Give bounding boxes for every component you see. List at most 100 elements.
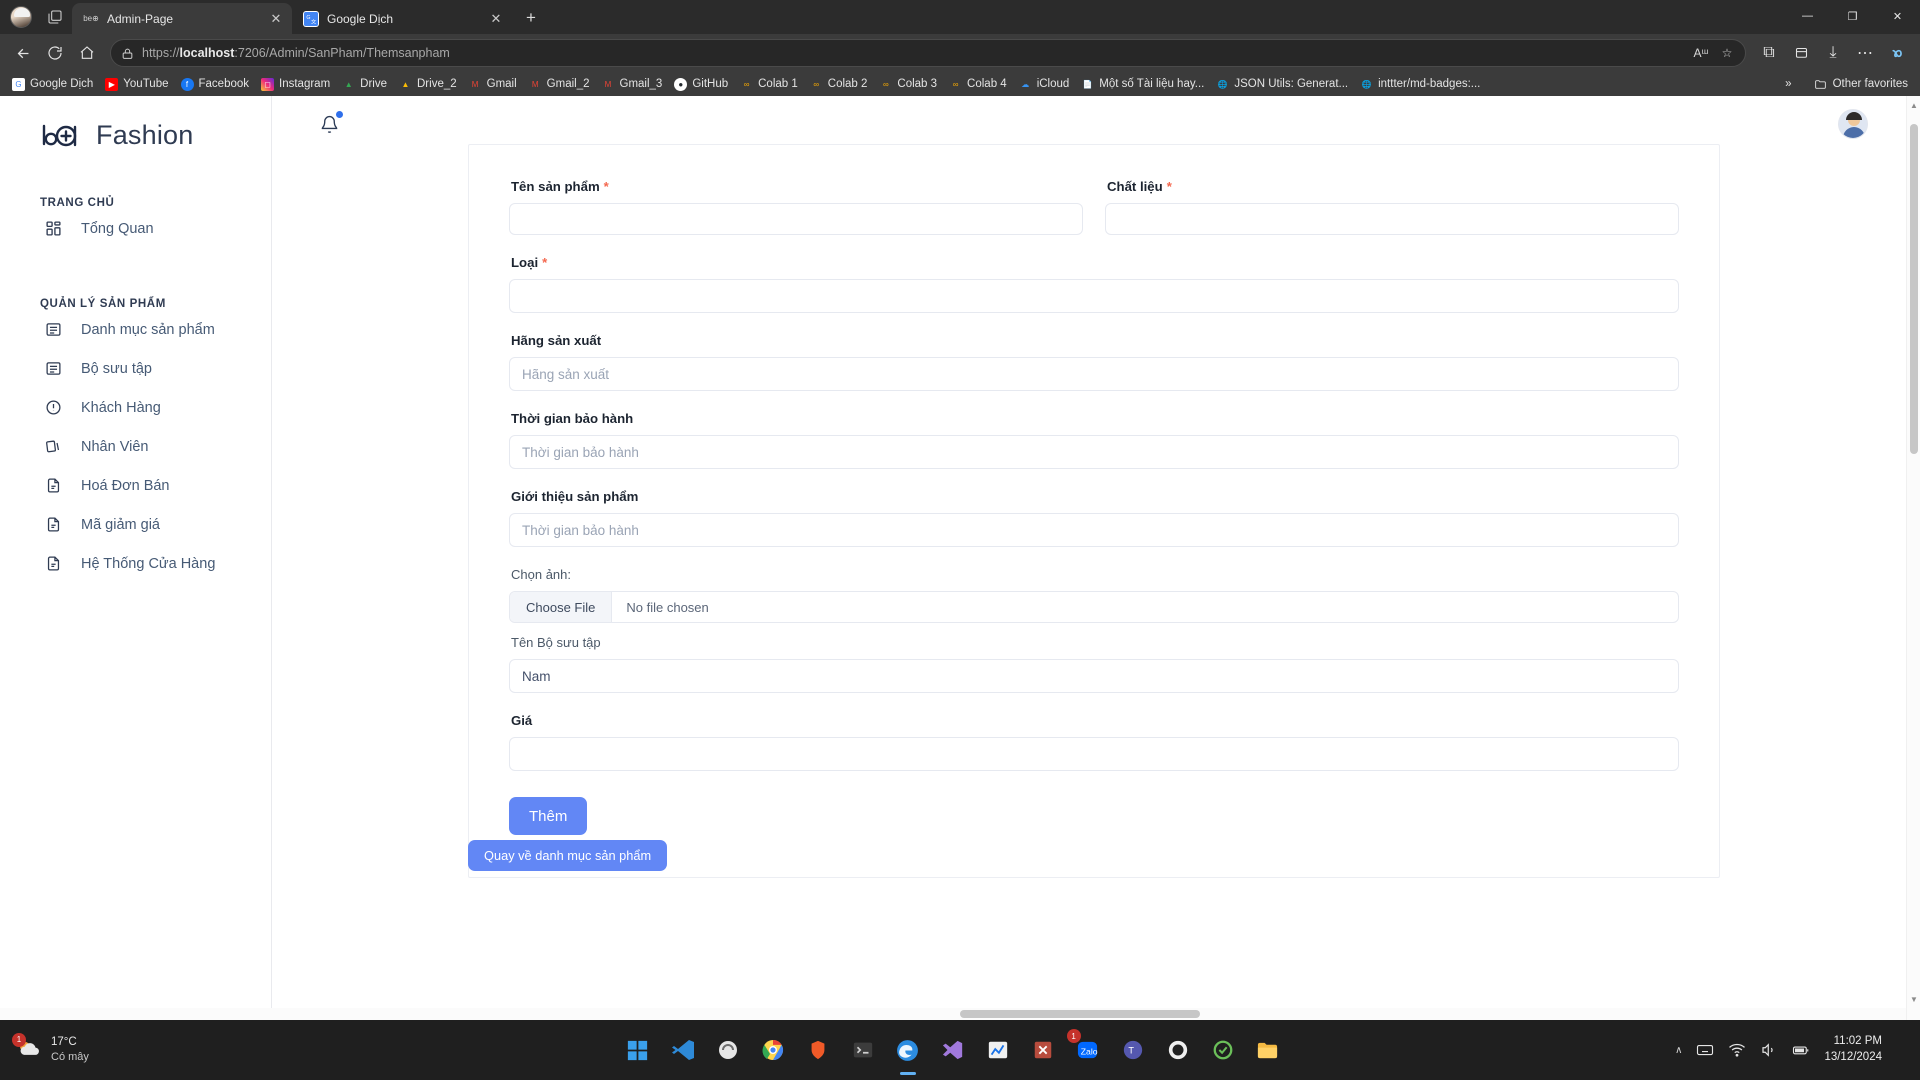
horizontal-scrollbar-thumb[interactable]	[960, 1010, 1200, 1018]
admin-app: Fashion TRANG CHỦ Tổng Quan QUẢN LÝ SẢN …	[0, 96, 1920, 1020]
notifications-button[interactable]	[314, 109, 344, 139]
bookmark-item[interactable]: ∞ Colab 4	[943, 76, 1013, 93]
vertical-scrollbar-thumb[interactable]	[1910, 124, 1918, 454]
sidebar-item-he-thong-cua-hang[interactable]: Hệ Thống Cửa Hàng	[0, 544, 271, 583]
vscode-icon[interactable]	[666, 1033, 700, 1067]
bookmark-item[interactable]: G Google Dịch	[6, 76, 99, 93]
settings-more-icon[interactable]: ⋯	[1850, 38, 1880, 68]
copilot-icon[interactable]	[1882, 38, 1912, 68]
profile-button[interactable]	[4, 2, 38, 32]
tab-close-icon[interactable]: ✕	[488, 11, 504, 27]
bookmarks-overflow-icon[interactable]: »	[1779, 76, 1797, 92]
back-icon[interactable]	[8, 38, 38, 68]
address-bar[interactable]: https://localhost:7206/Admin/SanPham/The…	[110, 39, 1746, 67]
select-bo-suu-tap[interactable]: Nam	[509, 659, 1679, 693]
field-chat-lieu: Chất liệu *	[1105, 179, 1679, 235]
sidebar-item-hoa-don-ban[interactable]: Hoá Đơn Bán	[0, 466, 271, 505]
main-content: Tên sản phẩm * Chất liệu * Loại * Hãng s…	[272, 96, 1920, 1020]
bookmark-item[interactable]: ∞ Colab 1	[734, 76, 804, 93]
bookmark-item[interactable]: f Facebook	[175, 76, 256, 93]
bookmarks-bar: G Google Dịch ▶ YouTube f Facebook ◻ Instagr…	[0, 72, 1920, 96]
volume-icon[interactable]	[1760, 1041, 1778, 1059]
input-chat-lieu[interactable]	[1105, 203, 1679, 235]
input-thoi-gian-bao-hanh[interactable]	[509, 435, 1679, 469]
bookmark-item[interactable]: M Gmail_2	[523, 76, 596, 93]
new-tab-button[interactable]: +	[518, 5, 544, 31]
bookmark-item[interactable]: ☁ iCloud	[1013, 76, 1076, 93]
sidebar-item-danh-muc-san-pham[interactable]: Danh mục sản phẩm	[0, 310, 271, 349]
favorite-star-icon[interactable]: ☆	[1715, 41, 1739, 65]
bookmark-item[interactable]: ▲ Drive	[336, 76, 393, 93]
visual-studio-icon[interactable]	[936, 1033, 970, 1067]
sidebar-item-tong-quan[interactable]: Tổng Quan	[0, 209, 271, 248]
wifi-icon[interactable]	[1728, 1041, 1746, 1059]
keyboard-icon[interactable]	[1696, 1041, 1714, 1059]
chart-icon[interactable]	[981, 1033, 1015, 1067]
terminal-icon[interactable]	[846, 1033, 880, 1067]
bookmark-item[interactable]: ▲ Drive_2	[393, 76, 463, 93]
input-loai[interactable]	[509, 279, 1679, 313]
chrome-icon[interactable]	[756, 1033, 790, 1067]
choose-file-button[interactable]: Choose File	[510, 592, 613, 622]
close-window-button[interactable]: ✕	[1875, 0, 1920, 32]
brave-icon[interactable]	[801, 1033, 835, 1067]
split-screen-icon[interactable]: ⧉	[1754, 38, 1784, 68]
read-aloud-icon[interactable]: Aᵚ	[1689, 41, 1713, 65]
teams-icon[interactable]: T	[1116, 1033, 1150, 1067]
minimize-button[interactable]: —	[1785, 0, 1830, 32]
avatar[interactable]	[1838, 109, 1868, 139]
sidebar-item-label: Hệ Thống Cửa Hàng	[81, 555, 216, 572]
bookmark-item[interactable]: 📄 Một số Tài liệu hay...	[1075, 76, 1210, 93]
github-icon[interactable]	[1161, 1033, 1195, 1067]
bookmark-item[interactable]: ● GitHub	[668, 76, 734, 93]
maximize-button[interactable]: ❐	[1830, 0, 1875, 32]
scroll-up-arrow-icon[interactable]: ▲	[1907, 98, 1920, 112]
input-gioi-thieu-san-pham[interactable]	[509, 513, 1679, 547]
tab-search-icon[interactable]	[38, 2, 72, 32]
collections-icon[interactable]	[1786, 38, 1816, 68]
reload-icon[interactable]	[40, 38, 70, 68]
vertical-scrollbar[interactable]: ▲ ▼	[1906, 96, 1920, 1020]
notification-center-button[interactable]	[1896, 1039, 1906, 1061]
chevron-up-icon[interactable]: ∧	[1675, 1045, 1682, 1056]
other-favorites-button[interactable]: Other favorites	[1808, 76, 1914, 93]
input-hang-san-xuat[interactable]	[509, 357, 1679, 391]
downloads-icon[interactable]: ⤓	[1818, 38, 1848, 68]
bookmark-item[interactable]: M Gmail	[463, 76, 523, 93]
bookmark-item[interactable]: M Gmail_3	[596, 76, 669, 93]
bookmark-item[interactable]: ▶ YouTube	[99, 76, 174, 93]
folder-icon[interactable]	[1251, 1033, 1285, 1067]
sidebar-item-khach-hang[interactable]: Khách Hàng	[0, 388, 271, 427]
shield-icon[interactable]	[1206, 1033, 1240, 1067]
input-ten-san-pham[interactable]	[509, 203, 1083, 235]
tab-close-icon[interactable]: ✕	[268, 11, 284, 27]
clock[interactable]: 11:02 PM 13/12/2024	[1824, 1034, 1882, 1065]
battery-icon[interactable]	[1792, 1041, 1810, 1059]
bookmark-item[interactable]: 🌐 inttter/md-badges:...	[1354, 76, 1486, 93]
sidebar-item-label: Khách Hàng	[81, 399, 161, 416]
sidebar-item-nhan-vien[interactable]: Nhân Viên	[0, 427, 271, 466]
home-icon[interactable]	[72, 38, 102, 68]
bookmark-item[interactable]: ∞ Colab 3	[873, 76, 943, 93]
file-input[interactable]: Choose File No file chosen	[509, 591, 1679, 623]
tab-google-dich[interactable]: G文 Google Dịch ✕	[292, 3, 512, 34]
weather-widget[interactable]: 1 17°C Có mây	[0, 1032, 230, 1065]
scroll-down-arrow-icon[interactable]: ▼	[1907, 992, 1920, 1006]
edge-icon[interactable]	[891, 1033, 925, 1067]
horizontal-scrollbar[interactable]	[0, 1008, 1906, 1020]
tab-admin-page[interactable]: be⊕ Admin-Page ✕	[72, 3, 292, 34]
brand-logo[interactable]: Fashion	[0, 96, 271, 151]
bookmark-item[interactable]: 🌐 JSON Utils: Generat...	[1210, 76, 1354, 93]
back-to-product-list-button[interactable]: Quay về danh mục sản phẩm	[468, 840, 668, 871]
sidebar-item-ma-giam-gia[interactable]: Mã giảm giá	[0, 505, 271, 544]
excel-icon[interactable]	[1026, 1033, 1060, 1067]
bookmark-item[interactable]: ◻ Instagram	[255, 76, 336, 93]
sidebar-item-bo-suu-tap[interactable]: Bộ sưu tập	[0, 349, 271, 388]
start-button[interactable]	[621, 1033, 655, 1067]
input-gia[interactable]	[509, 737, 1679, 771]
zalo-icon[interactable]: Zalo 1	[1066, 1029, 1105, 1067]
label-bo-suu-tap: Tên Bộ sưu tập	[511, 635, 601, 650]
bookmark-item[interactable]: ∞ Colab 2	[804, 76, 874, 93]
submit-button[interactable]: Thêm	[509, 797, 588, 835]
ssms-icon[interactable]	[711, 1033, 745, 1067]
